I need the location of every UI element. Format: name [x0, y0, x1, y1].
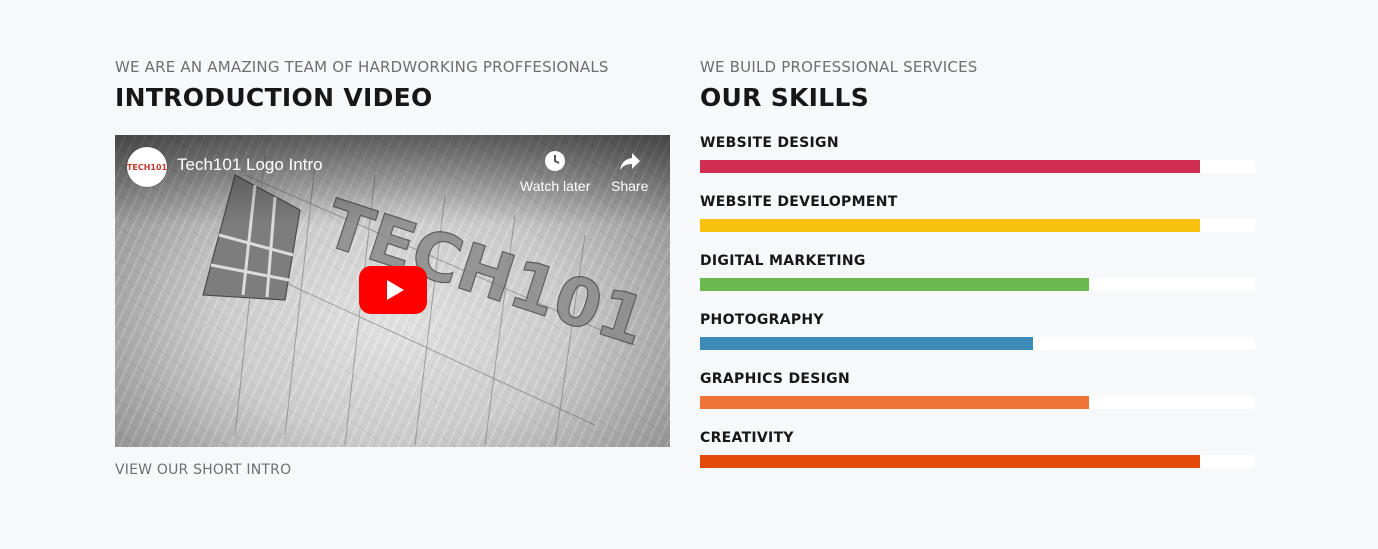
skills-section: WE BUILD PROFESSIONAL SERVICES OUR SKILL… — [700, 58, 1256, 488]
watch-later-label: Watch later — [520, 178, 591, 194]
skill-progress-fill — [700, 337, 1033, 350]
skill-label: DIGITAL MARKETING — [700, 253, 866, 269]
skill-item: WEBSITE DESIGN — [700, 134, 1256, 193]
skill-item: DIGITAL MARKETING — [700, 252, 1256, 311]
play-icon — [386, 280, 404, 300]
video-title[interactable]: Tech101 Logo Intro — [177, 155, 323, 175]
skill-label: PHOTOGRAPHY — [700, 312, 824, 328]
channel-avatar-text: TECH101 — [126, 162, 168, 172]
intro-eyebrow: WE ARE AN AMAZING TEAM OF HARDWORKING PR… — [115, 58, 609, 76]
skills-list: WEBSITE DESIGN WEBSITE DEVELOPMENT DIGIT… — [700, 134, 1256, 488]
skill-item: PHOTOGRAPHY — [700, 311, 1256, 370]
skill-progress-track — [700, 337, 1255, 350]
skill-label: CREATIVITY — [700, 430, 794, 446]
skill-item: CREATIVITY — [700, 429, 1256, 488]
skill-progress-track — [700, 396, 1255, 409]
skill-progress-track — [700, 160, 1255, 173]
skills-heading: OUR SKILLS — [700, 83, 870, 112]
share-button[interactable]: Share — [611, 149, 648, 194]
intro-heading: INTRODUCTION VIDEO — [115, 83, 433, 112]
clock-icon — [545, 151, 566, 171]
watch-later-button[interactable]: Watch later — [520, 149, 590, 194]
share-arrow-icon — [619, 153, 640, 170]
page: WE ARE AN AMAZING TEAM OF HARDWORKING PR… — [0, 0, 1378, 549]
video-player[interactable]: TECH101 TECH101 Tech101 Logo Intro Watch… — [115, 135, 670, 447]
video-caption: VIEW OUR SHORT INTRO — [115, 462, 292, 478]
skill-label: WEBSITE DEVELOPMENT — [700, 194, 898, 210]
skill-progress-fill — [700, 455, 1200, 468]
skill-progress-track — [700, 278, 1255, 291]
skill-label: GRAPHICS DESIGN — [700, 371, 850, 387]
intro-section: WE ARE AN AMAZING TEAM OF HARDWORKING PR… — [115, 58, 671, 478]
play-button[interactable] — [359, 266, 427, 314]
skill-progress-track — [700, 455, 1255, 468]
skill-progress-fill — [700, 396, 1089, 409]
skill-item: WEBSITE DEVELOPMENT — [700, 193, 1256, 252]
skill-progress-fill — [700, 160, 1200, 173]
channel-avatar[interactable]: TECH101 — [127, 147, 167, 187]
skill-progress-fill — [700, 278, 1089, 291]
skill-progress-track — [700, 219, 1255, 232]
share-label: Share — [611, 178, 649, 194]
skill-progress-fill — [700, 219, 1200, 232]
skills-eyebrow: WE BUILD PROFESSIONAL SERVICES — [700, 58, 978, 76]
skill-label: WEBSITE DESIGN — [700, 135, 839, 151]
skill-item: GRAPHICS DESIGN — [700, 370, 1256, 429]
